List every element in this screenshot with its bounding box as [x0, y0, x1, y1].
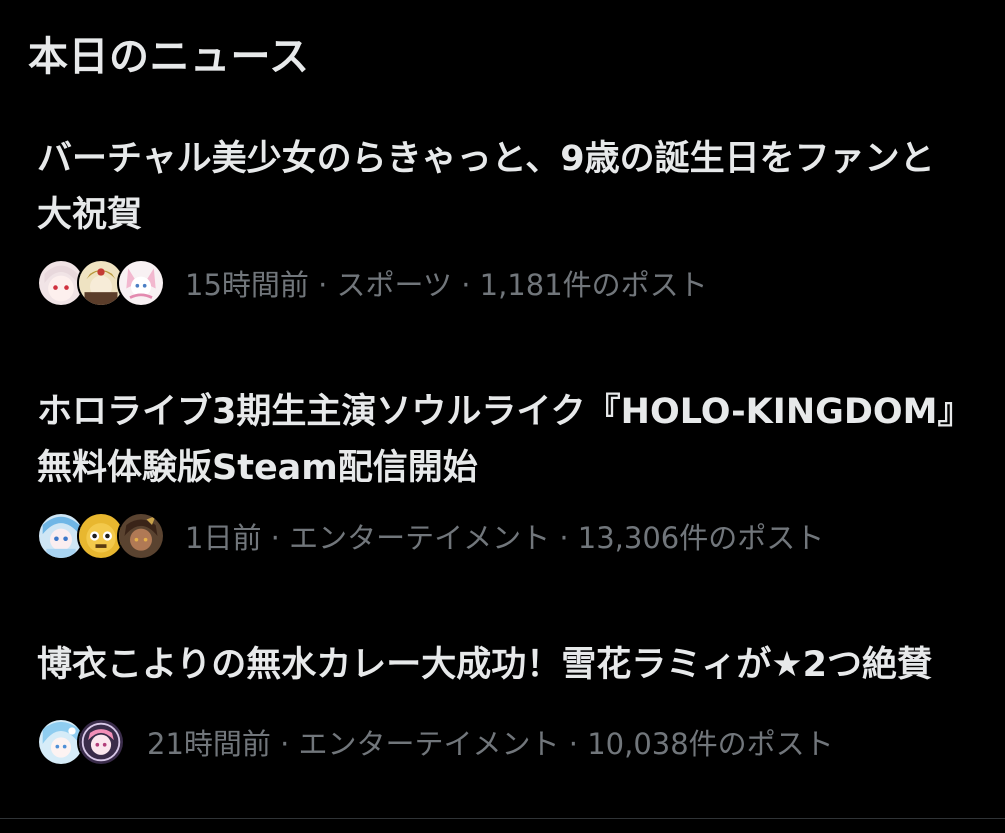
news-item-3[interactable]: 博衣こよりの無水カレー大成功！雪花ラミィが★2つ絶賛 21時間前 · エンターテ… — [37, 637, 977, 768]
news-meta-row: 1日前 · エンターテイメント · 13,306件のポスト — [37, 510, 977, 562]
news-meta: 1日前 · エンターテイメント · 13,306件のポスト — [185, 521, 825, 555]
news-item-2[interactable]: ホロライブ3期生主演ソウルライク『HOLO-KINGDOM』無料体験版Steam… — [37, 384, 977, 562]
news-meta: 15時間前 · スポーツ · 1,181件のポスト — [185, 268, 708, 302]
news-item-1[interactable]: バーチャル美少女のらきゃっと、9歳の誕生日をファンと大祝賀 15時間前 · スポ… — [37, 131, 977, 309]
avatar-group — [37, 512, 165, 560]
news-headline[interactable]: バーチャル美少女のらきゃっと、9歳の誕生日をファンと大祝賀 — [37, 131, 967, 243]
divider — [0, 818, 1005, 819]
avatar-group — [37, 259, 165, 307]
avatar — [117, 512, 165, 560]
news-headline[interactable]: 博衣こよりの無水カレー大成功！雪花ラミィが★2つ絶賛 — [37, 637, 977, 693]
avatar — [77, 718, 125, 766]
news-meta-row: 21時間前 · エンターテイメント · 10,038件のポスト — [37, 716, 977, 768]
news-meta-row: 15時間前 · スポーツ · 1,181件のポスト — [37, 257, 977, 309]
news-meta: 21時間前 · エンターテイメント · 10,038件のポスト — [147, 727, 834, 761]
avatar — [117, 259, 165, 307]
news-headline[interactable]: ホロライブ3期生主演ソウルライク『HOLO-KINGDOM』無料体験版Steam… — [37, 384, 972, 496]
page-title: 本日のニュース — [28, 34, 310, 80]
avatar-group — [37, 718, 125, 766]
